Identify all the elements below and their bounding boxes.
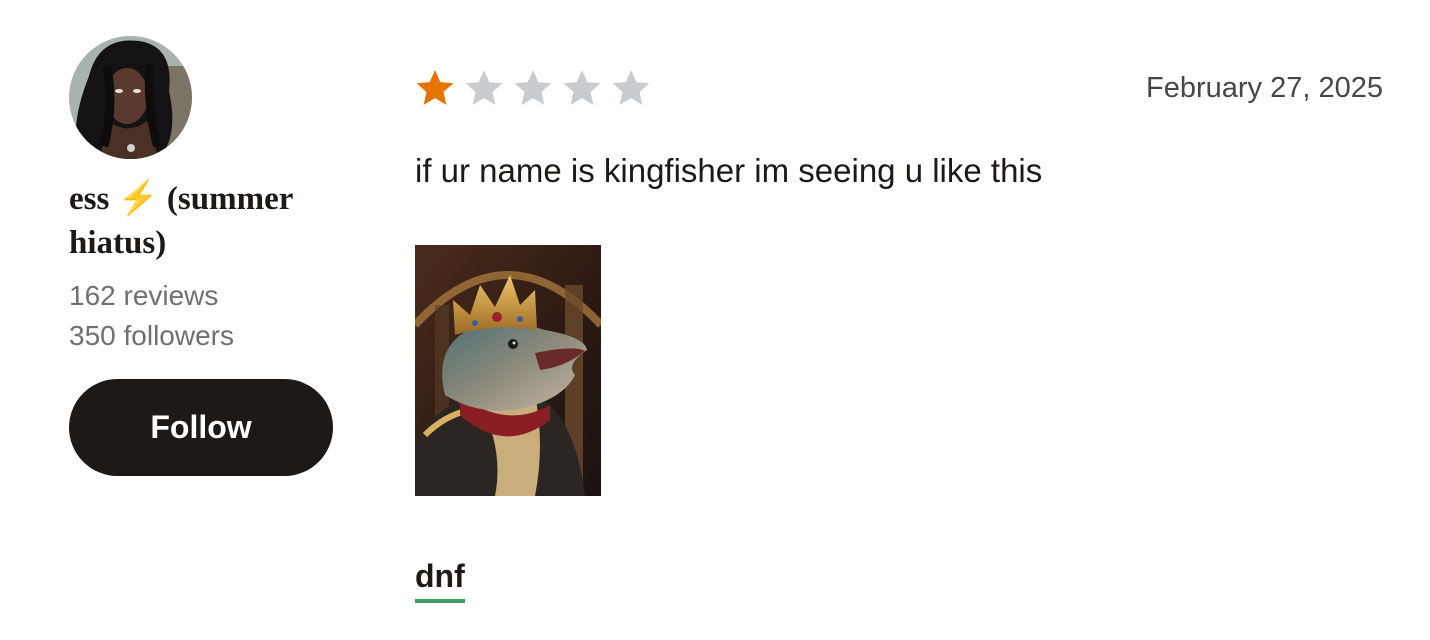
followers-count[interactable]: 350 followers [69,316,339,356]
reviewer-stats: 162 reviews 350 followers [69,276,339,356]
star-empty-icon[interactable] [562,68,602,108]
star-empty-icon[interactable] [513,68,553,108]
shelf-tag-link[interactable]: dnf [415,556,465,603]
review-image-fish-king-icon[interactable] [415,245,601,496]
reviewer-avatar[interactable] [69,36,192,159]
avatar-photo-icon [69,36,192,159]
star-filled-icon[interactable] [415,68,455,108]
review-text: if ur name is kingfisher im seeing u lik… [415,152,1043,189]
star-empty-icon[interactable] [611,68,651,108]
review-date[interactable]: February 27, 2025 [1146,72,1383,105]
star-rating [415,68,651,108]
review-body: February 27, 2025 if ur name is kingfish… [415,60,1383,603]
review-header: February 27, 2025 [415,60,1383,116]
reviewer-name[interactable]: ess ⚡ (summer hiatus) [69,177,329,265]
star-empty-icon[interactable] [464,68,504,108]
follow-button[interactable]: Follow [69,379,333,476]
reviewer-card: ess ⚡ (summer hiatus) 162 reviews 350 fo… [69,36,339,476]
reviews-count[interactable]: 162 reviews [69,276,339,316]
